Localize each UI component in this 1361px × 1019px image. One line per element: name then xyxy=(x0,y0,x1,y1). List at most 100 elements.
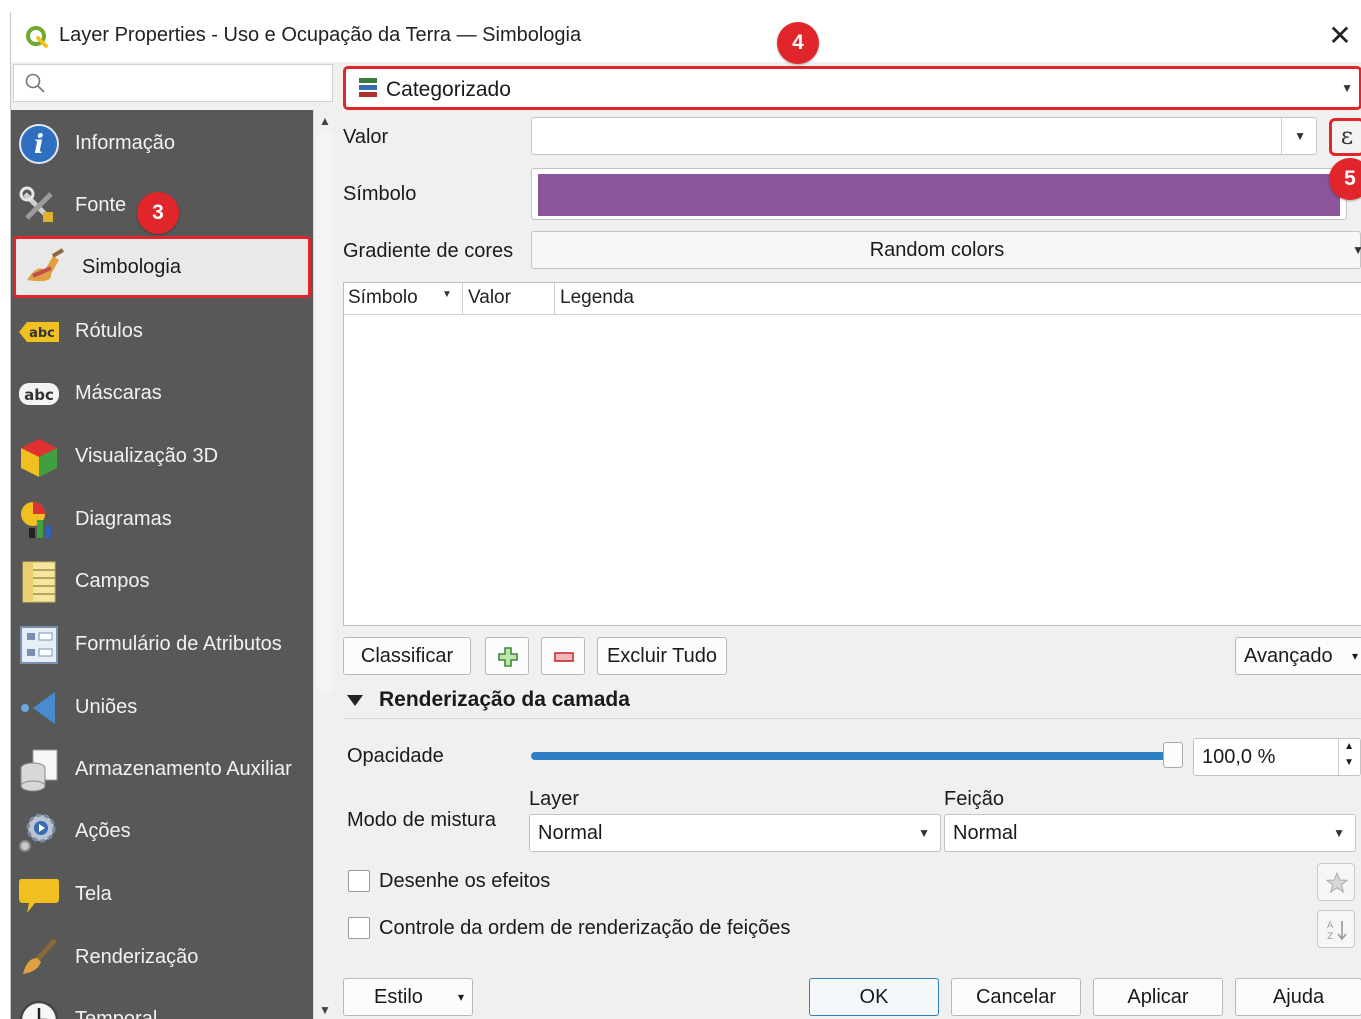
table-header: Símbolo ▼ Valor Legenda xyxy=(344,283,1361,315)
sidebar-item-label: Fonte xyxy=(75,194,127,216)
sidebar-item-temporal[interactable]: Temporal xyxy=(11,988,313,1019)
sidebar-item-visualizacao-3d[interactable]: Visualização 3D xyxy=(11,425,313,487)
color-ramp-select[interactable]: Random colors ▼ xyxy=(531,231,1361,269)
sidebar-item-formulario-atributos[interactable]: Formulário de Atributos xyxy=(11,613,313,675)
valor-field-select[interactable]: ▼ xyxy=(531,117,1317,155)
title-bar: Layer Properties - Uso e Ocupação da Ter… xyxy=(11,12,1361,62)
sidebar-item-unioes[interactable]: Uniões xyxy=(11,676,313,738)
layer-blend-select[interactable]: Normal ▼ xyxy=(529,814,941,852)
classify-button[interactable]: Classificar xyxy=(343,637,471,675)
effects-settings-button[interactable] xyxy=(1317,863,1355,901)
scrollbar-thumb[interactable] xyxy=(317,132,333,692)
column-header-legenda[interactable]: Legenda xyxy=(560,287,634,309)
actions-gear-icon xyxy=(19,813,56,852)
style-menu-button[interactable]: Estilo ▾ xyxy=(343,978,473,1016)
star-effects-icon xyxy=(1325,871,1349,894)
cube-3d-icon xyxy=(21,439,57,477)
annotation-badge-3: 3 xyxy=(137,192,179,234)
sidebar-item-armazenamento-auxiliar[interactable]: Armazenamento Auxiliar xyxy=(11,738,313,800)
valor-label: Valor xyxy=(343,126,389,148)
labels-abc-icon: abc xyxy=(19,322,59,342)
draw-effects-label: Desenhe os efeitos xyxy=(379,870,551,892)
vertical-scrollbar[interactable]: ▲ ▼ xyxy=(313,110,335,1019)
masks-abc-icon: abc xyxy=(19,383,59,405)
opacity-spinbox[interactable]: 100,0 % ▲ ▼ xyxy=(1193,738,1361,776)
color-ramp-value: Random colors xyxy=(869,239,1005,261)
categories-table[interactable]: Símbolo ▼ Valor Legenda xyxy=(343,282,1361,626)
layer-blend-label: Layer xyxy=(529,788,580,810)
help-button[interactable]: Ajuda xyxy=(1235,978,1361,1016)
gradiente-label: Gradiente de cores xyxy=(343,240,514,262)
sidebar-item-informacao[interactable]: i Informação xyxy=(11,112,313,174)
sidebar-item-simbologia[interactable]: Simbologia xyxy=(13,236,311,298)
sidebar-item-tela[interactable]: Tela xyxy=(11,863,313,925)
svg-text:abc: abc xyxy=(24,386,54,404)
opacity-slider-handle[interactable] xyxy=(1163,742,1183,768)
close-icon[interactable]: ✕ xyxy=(1320,18,1360,54)
symbol-button[interactable] xyxy=(531,168,1347,220)
info-icon: i xyxy=(19,124,59,164)
apply-button[interactable]: Aplicar xyxy=(1093,978,1223,1016)
sidebar-item-label: Rótulos xyxy=(75,320,143,342)
layer-rendering-section-header[interactable]: Renderização da camada xyxy=(347,688,630,712)
column-header-simbolo[interactable]: Símbolo xyxy=(348,287,418,309)
cancel-button[interactable]: Cancelar xyxy=(951,978,1081,1016)
feature-order-button[interactable]: A Z xyxy=(1317,910,1355,948)
chevron-down-icon: ▼ xyxy=(918,826,930,840)
sidebar-item-label: Diagramas xyxy=(75,508,172,530)
sidebar-item-label: Renderização xyxy=(75,946,199,968)
annotation-badge-4: 4 xyxy=(777,22,819,64)
column-separator xyxy=(554,283,555,315)
opacity-label: Opacidade xyxy=(347,745,444,767)
sidebar-item-label: Formulário de Atributos xyxy=(75,633,282,655)
blend-mode-label: Modo de mistura xyxy=(347,809,496,831)
scroll-down-icon[interactable]: ▼ xyxy=(319,1003,331,1017)
draw-effects-checkbox[interactable] xyxy=(348,870,370,892)
spin-down-icon[interactable]: ▼ xyxy=(1344,757,1354,768)
menu-arrow-icon: ▾ xyxy=(457,990,464,1004)
expression-button[interactable]: ε xyxy=(1329,118,1361,156)
opacity-value: 100,0 % xyxy=(1202,746,1276,768)
delete-all-button[interactable]: Excluir Tudo xyxy=(597,637,727,675)
collapse-triangle-icon xyxy=(347,694,363,706)
sidebar-item-mascaras[interactable]: abc Máscaras xyxy=(11,362,313,424)
scroll-up-icon[interactable]: ▲ xyxy=(319,114,331,128)
sidebar-item-label: Visualização 3D xyxy=(75,445,219,467)
sidebar-item-rotulos[interactable]: abc Rótulos xyxy=(11,300,313,362)
spin-up-icon[interactable]: ▲ xyxy=(1344,741,1354,752)
advanced-menu-button[interactable]: Avançado ▾ xyxy=(1235,637,1361,675)
paintbrush-icon xyxy=(27,248,65,282)
sidebar-item-label: Tela xyxy=(75,883,112,905)
sidebar-item-campos[interactable]: Campos xyxy=(11,550,313,612)
svg-text:abc: abc xyxy=(29,326,55,341)
svg-text:A: A xyxy=(1327,921,1334,931)
joins-icon xyxy=(21,692,55,724)
section-title: Renderização da camada xyxy=(379,688,630,711)
sidebar-item-acoes[interactable]: Ações xyxy=(11,800,313,862)
sidebar-item-label: Campos xyxy=(75,570,150,592)
auxiliary-storage-icon xyxy=(20,749,58,792)
feature-order-checkbox[interactable] xyxy=(348,917,370,939)
sidebar-item-label: Temporal xyxy=(75,1008,158,1019)
sidebar-item-label: Informação xyxy=(75,132,176,154)
opacity-slider[interactable] xyxy=(531,752,1171,760)
svg-text:Z: Z xyxy=(1327,932,1333,942)
svg-text:i: i xyxy=(34,130,44,160)
sidebar-item-diagramas[interactable]: Diagramas xyxy=(11,488,313,550)
sidebar-item-renderizacao[interactable]: Renderização xyxy=(11,926,313,988)
column-header-valor[interactable]: Valor xyxy=(468,287,511,309)
ok-button[interactable]: OK xyxy=(809,978,939,1016)
layer-properties-dialog: Layer Properties - Uso e Ocupação da Ter… xyxy=(10,12,1361,1019)
renderer-type-value: Categorizado xyxy=(386,78,511,101)
sidebar-search-input[interactable] xyxy=(13,64,333,102)
feature-blend-select[interactable]: Normal ▼ xyxy=(944,814,1356,852)
feature-order-label: Controle da ordem de renderização de fei… xyxy=(379,917,791,939)
plus-icon xyxy=(498,647,518,667)
qgis-logo-icon xyxy=(26,26,48,48)
remove-class-button[interactable] xyxy=(541,637,585,675)
add-class-button[interactable] xyxy=(485,637,529,675)
menu-arrow-icon: ▾ xyxy=(1351,649,1358,663)
renderer-type-select[interactable]: Categorizado ▼ xyxy=(343,66,1361,110)
sidebar-item-label: Uniões xyxy=(75,696,138,718)
sort-az-icon: A Z xyxy=(1327,921,1347,942)
